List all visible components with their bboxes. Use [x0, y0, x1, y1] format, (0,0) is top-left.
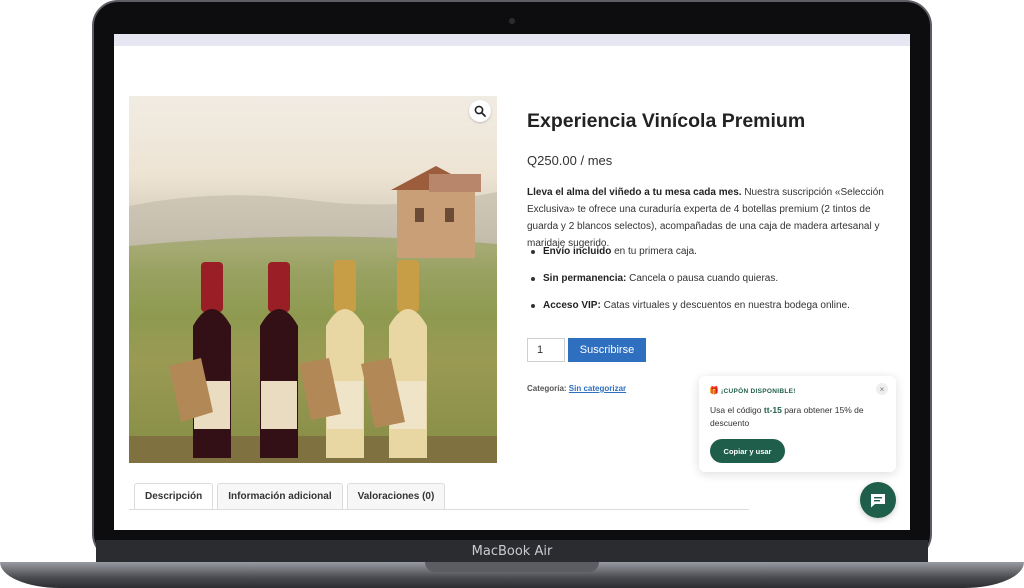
product-title: Experiencia Vinícola Premium — [527, 110, 806, 132]
tab-reviews[interactable]: Valoraciones (0) — [346, 483, 446, 509]
close-icon[interactable]: × — [876, 383, 888, 395]
device-label: MacBook Air — [471, 543, 553, 559]
benefit-list: Envío incluido en tu primera caja. Sin p… — [531, 244, 891, 325]
chat-icon — [871, 493, 885, 507]
subscribe-button[interactable]: Suscribirse — [568, 338, 646, 362]
description-lead: Lleva el alma del viñedo a tu mesa cada … — [527, 187, 742, 198]
copy-coupon-button[interactable]: Copiar y usar — [710, 439, 785, 463]
camera — [509, 18, 515, 24]
quantity-input[interactable] — [527, 338, 565, 362]
product-category: Categoría: Sin categorizar — [527, 384, 626, 393]
category-label: Categoría: — [527, 384, 567, 393]
tab-additional-info[interactable]: Información adicional — [217, 483, 343, 509]
coupon-code: tt-15 — [763, 405, 782, 415]
product-tabs: Descripción Información adicional Valora… — [134, 483, 446, 510]
list-item: Sin permanencia: Cancela o pausa cuando … — [531, 271, 891, 298]
product-image[interactable] — [129, 96, 497, 463]
product-price: Q250.00 / mes — [527, 153, 613, 168]
screen: Experiencia Vinícola Premium Q250.00 / m… — [114, 34, 910, 530]
header-strip — [114, 34, 910, 46]
laptop-notch — [425, 562, 599, 572]
coupon-title: ¡CUPÓN DISPONIBLE! — [721, 388, 796, 395]
coupon-message: Usa el código tt-15 para obtener 15% de … — [710, 405, 864, 428]
magnifier-icon — [474, 105, 486, 117]
laptop-bezel-bottom: MacBook Air — [96, 540, 928, 562]
chat-button[interactable] — [860, 482, 896, 518]
category-link[interactable]: Sin categorizar — [569, 384, 626, 393]
wine-bottles-illustration — [129, 166, 497, 463]
gift-icon: 🎁 — [709, 386, 719, 395]
tab-description[interactable]: Descripción — [134, 483, 214, 509]
product-description: Lleva el alma del viñedo a tu mesa cada … — [527, 184, 897, 252]
list-item: Envío incluido en tu primera caja. — [531, 244, 891, 271]
zoom-button[interactable] — [469, 100, 491, 122]
list-item: Acceso VIP: Catas virtuales y descuentos… — [531, 298, 891, 325]
coupon-popup: 🎁 ¡CUPÓN DISPONIBLE! × Usa el código tt-… — [699, 376, 896, 472]
